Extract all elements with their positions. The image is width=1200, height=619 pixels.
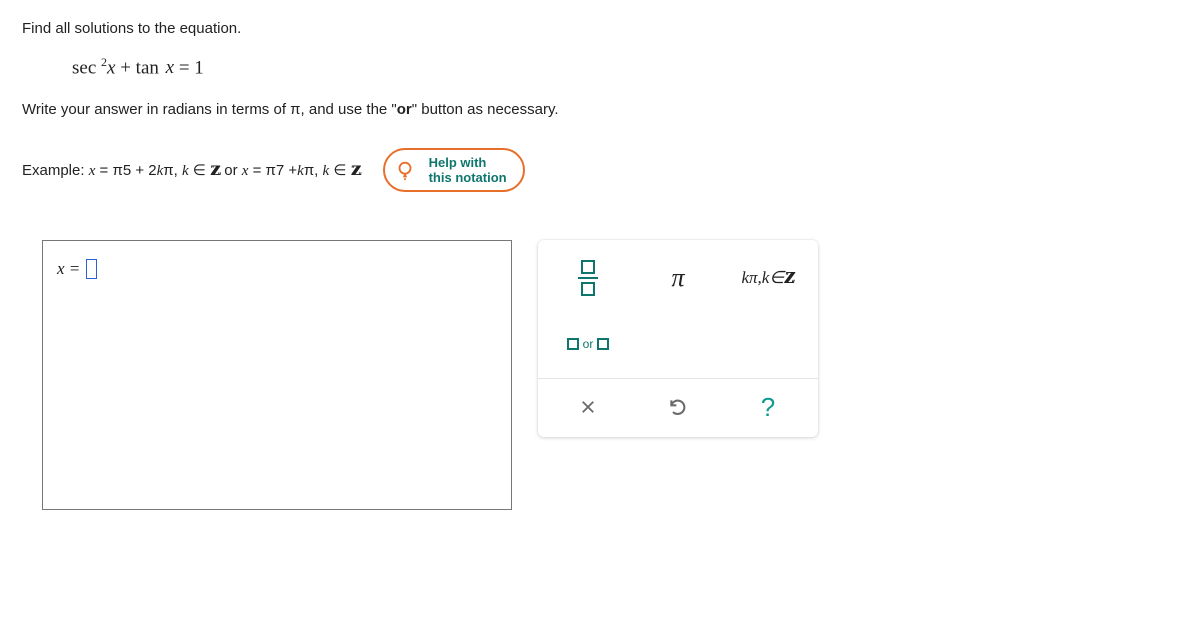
help-line2: this notation: [429, 170, 507, 185]
instruction-pre: Write your answer in radians in terms of: [22, 101, 290, 118]
eq-rhs: 1: [194, 57, 204, 78]
eq-var-x1: x: [107, 57, 115, 78]
help-text: Help with this notation: [429, 155, 507, 186]
help-line1: Help with: [429, 155, 487, 170]
or-icon: or: [567, 337, 610, 351]
answer-box[interactable]: x =: [42, 240, 512, 510]
keypad-help-button[interactable]: ?: [726, 385, 810, 429]
integers-symbol: Z: [210, 163, 220, 180]
instruction-pi: π: [290, 101, 300, 118]
keypad-separator: [538, 378, 818, 379]
instruction: Write your answer in radians in terms of…: [22, 101, 1178, 118]
eq-equals: =: [179, 57, 190, 78]
keypad-pi-button[interactable]: π: [636, 248, 720, 308]
answer-lhs: x =: [57, 259, 80, 279]
eq-sec: sec: [72, 57, 96, 78]
answer-input[interactable]: [86, 259, 97, 279]
example-text: Example: x = π5 + 2kπ, k ∈ Z or x = π7 +…: [22, 161, 361, 180]
example-var-x1: x: [89, 163, 96, 179]
keypad-or-button[interactable]: or: [546, 314, 630, 374]
undo-icon: [668, 397, 688, 417]
lightbulb-icon: [391, 156, 419, 184]
keypad-undo-button[interactable]: [636, 385, 720, 429]
keypad-fraction-button[interactable]: [546, 248, 630, 308]
keypad: π kπ, k∈Z or ?: [538, 240, 818, 437]
instruction-post: , and use the ": [301, 101, 397, 118]
eq-var-x2: x: [166, 57, 174, 78]
instruction-or: or: [397, 101, 412, 118]
integers-symbol: Z: [351, 163, 361, 180]
or-label: or: [583, 337, 594, 351]
example-var-x2: x: [242, 163, 249, 179]
fraction-icon: [578, 260, 598, 296]
example-label: Example:: [22, 162, 89, 179]
equation: sec 2x + tan x = 1: [72, 55, 1178, 79]
keypad-empty-1: [636, 314, 720, 374]
close-icon: [579, 398, 597, 416]
eq-plus-tan: + tan: [120, 57, 159, 78]
instruction-tail: " button as necessary.: [412, 101, 559, 118]
problem-prompt: Find all solutions to the equation.: [22, 20, 1178, 37]
example-or: or: [220, 162, 242, 179]
keypad-kpi-kz-button[interactable]: kπ, k∈Z: [726, 248, 810, 308]
help-with-notation-button[interactable]: Help with this notation: [383, 148, 525, 192]
keypad-empty-2: [726, 314, 810, 374]
keypad-clear-button[interactable]: [546, 385, 630, 429]
